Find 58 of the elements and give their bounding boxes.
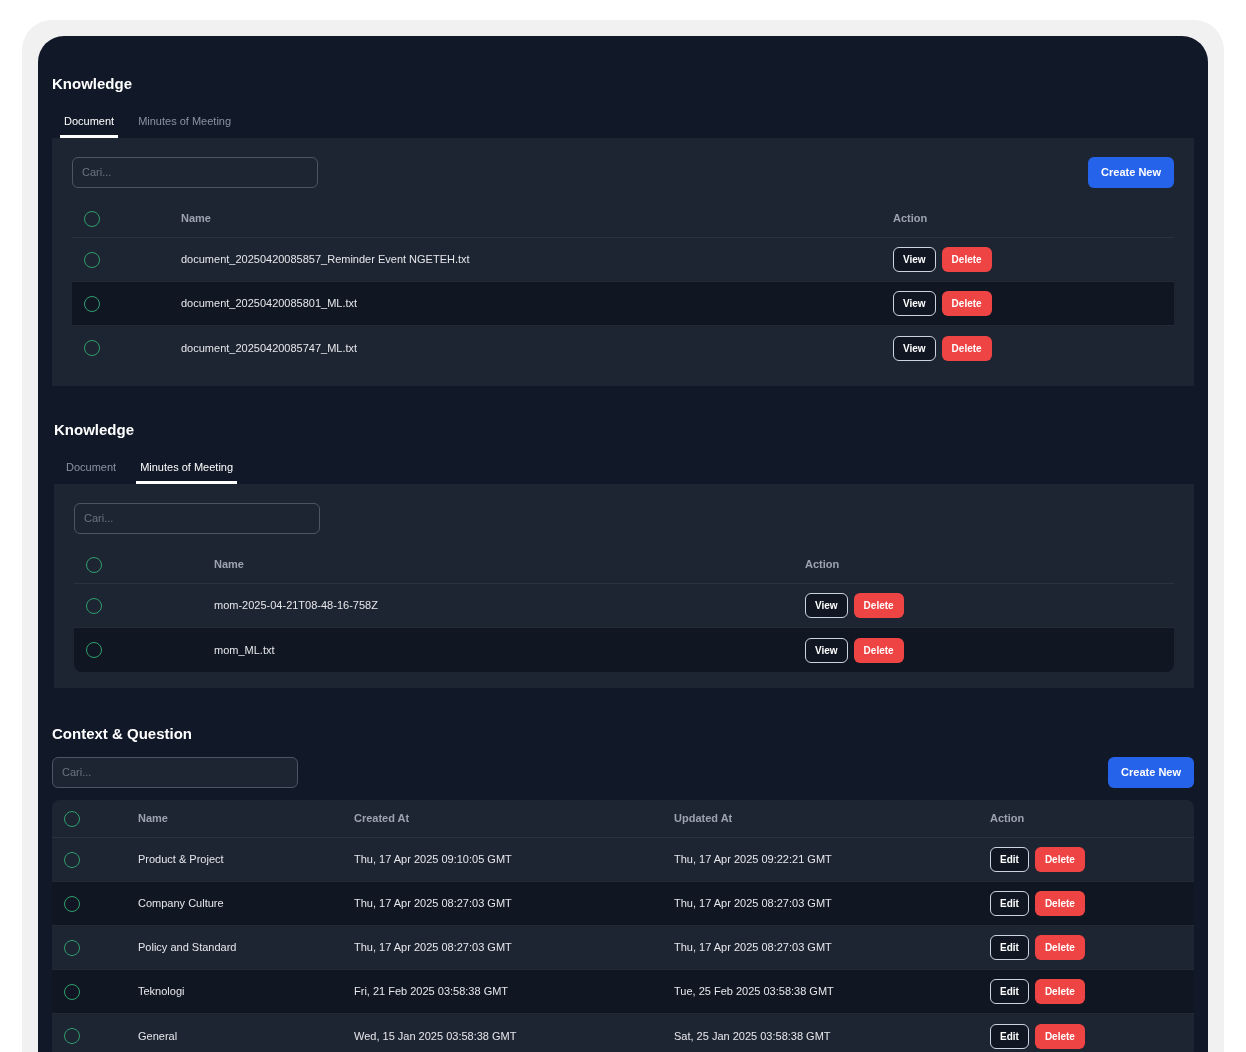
- table-cell-text: Policy and Standard: [138, 940, 237, 956]
- action-button[interactable]: View: [805, 637, 848, 663]
- action-button[interactable]: Edit: [990, 979, 1029, 1004]
- delete-button[interactable]: Delete: [941, 291, 992, 316]
- table-cell-text: document_20250420085747_ML.txt: [181, 340, 358, 356]
- delete-button[interactable]: Delete: [1034, 979, 1085, 1004]
- table-cell-text: mom_ML.txt: [214, 642, 275, 658]
- action-button[interactable]: Edit: [990, 1023, 1029, 1049]
- table-cell-text: Thu, 17 Apr 2025 08:27:03 GMT: [674, 940, 832, 956]
- table-cell-text: Teknologi: [138, 984, 185, 1000]
- table-cell-text: Company Culture: [138, 896, 224, 912]
- column-header: Action: [805, 557, 840, 573]
- delete-button[interactable]: Delete: [941, 335, 992, 361]
- tab[interactable]: Minutes of Meeting: [134, 108, 236, 138]
- table-cell-text: document_20250420085801_ML.txt: [181, 296, 358, 312]
- delete-button[interactable]: Delete: [1034, 847, 1085, 872]
- action-button[interactable]: Edit: [990, 935, 1029, 960]
- column-header: Created At: [354, 811, 410, 827]
- action-button[interactable]: View: [805, 593, 848, 618]
- delete-button[interactable]: Delete: [1034, 935, 1085, 960]
- action-button[interactable]: Edit: [990, 891, 1029, 916]
- search-field[interactable]: Cari...: [72, 156, 318, 188]
- table-cell-text: Thu, 17 Apr 2025 08:27:03 GMT: [674, 896, 832, 912]
- delete-button[interactable]: Delete: [1034, 891, 1085, 916]
- action-button[interactable]: View: [893, 335, 936, 361]
- table-cell-text: Thu, 17 Apr 2025 08:27:03 GMT: [354, 896, 512, 912]
- table-cell-text: Thu, 17 Apr 2025 08:27:03 GMT: [354, 940, 512, 956]
- table-cell-text: Sat, 25 Jan 2025 03:58:38 GMT: [674, 1028, 831, 1044]
- table-cell-text: document_20250420085857_Reminder Event NGETEH.txt: [181, 252, 470, 268]
- table-cell-text: Fri, 21 Feb 2025 03:58:38 GMT: [354, 984, 509, 1000]
- table-cell-text: Product & Project: [138, 852, 224, 868]
- create-new-button[interactable]: Create New: [1088, 156, 1174, 188]
- delete-button[interactable]: Delete: [853, 637, 904, 663]
- delete-button[interactable]: Delete: [941, 247, 992, 272]
- column-header: Action: [990, 811, 1025, 827]
- action-button[interactable]: View: [893, 291, 936, 316]
- section-title: Context & Question: [52, 724, 193, 744]
- column-header: Name: [181, 211, 211, 227]
- search-field[interactable]: Cari...: [74, 502, 320, 534]
- action-button[interactable]: View: [893, 247, 936, 272]
- create-new-button[interactable]: Create New: [1108, 756, 1194, 788]
- column-header: Updated At: [674, 811, 733, 827]
- delete-button[interactable]: Delete: [1034, 1023, 1085, 1049]
- search-field[interactable]: Cari...: [52, 756, 298, 788]
- table-cell-text: Thu, 17 Apr 2025 09:10:05 GMT: [354, 852, 512, 868]
- action-button[interactable]: Edit: [990, 847, 1029, 872]
- table-cell-text: Tue, 25 Feb 2025 03:58:38 GMT: [674, 984, 834, 1000]
- table-cell-text: General: [138, 1028, 178, 1044]
- column-header: Name: [214, 557, 244, 573]
- table-cell-text: mom-2025-04-21T08-48-16-758Z: [214, 598, 378, 614]
- table-cell-text: Thu, 17 Apr 2025 09:22:21 GMT: [674, 852, 832, 868]
- column-header: Action: [893, 211, 928, 227]
- table-cell-text: Wed, 15 Jan 2025 03:58:38 GMT: [354, 1028, 517, 1044]
- delete-button[interactable]: Delete: [853, 593, 904, 618]
- section-title: Knowledge: [52, 74, 133, 94]
- tab[interactable]: Document: [62, 454, 121, 484]
- section-title: Knowledge: [54, 420, 135, 440]
- column-header: Name: [138, 811, 168, 827]
